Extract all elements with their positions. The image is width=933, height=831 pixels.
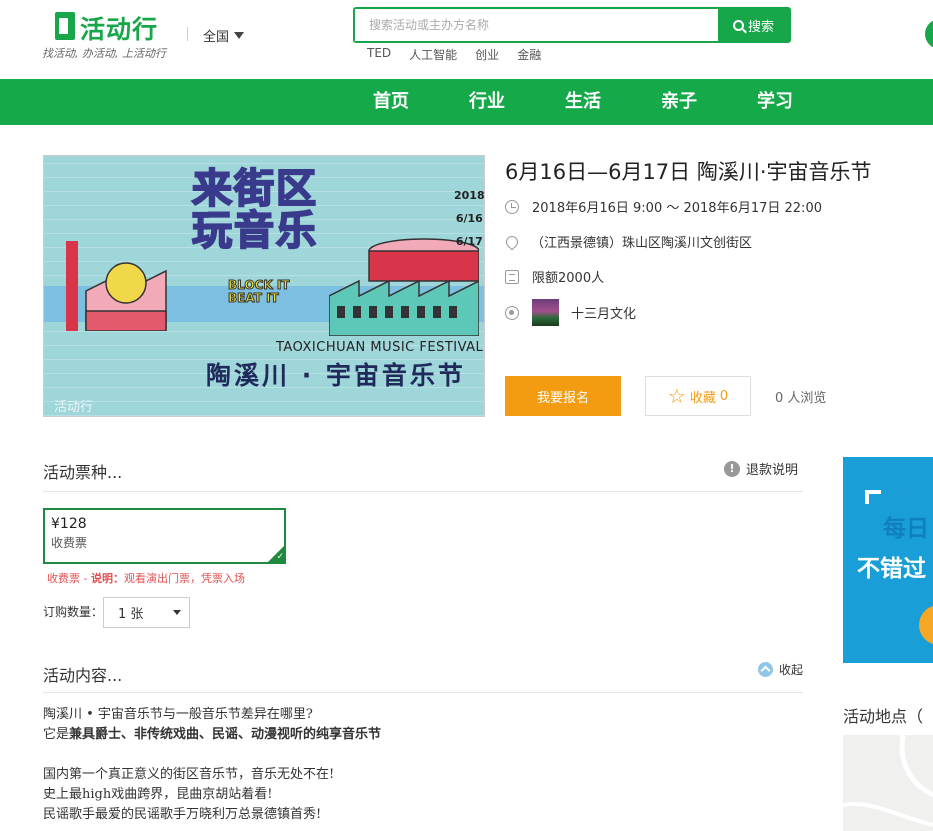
favorite-button[interactable]: ☆ 收藏 0 — [645, 376, 751, 416]
organizer-avatar[interactable] — [532, 299, 559, 326]
search-bar: 搜索 — [353, 7, 791, 43]
hot-tag[interactable]: 人工智能 — [409, 46, 457, 63]
event-description: 陶溪川 • 宇宙音乐节与一般音乐节差异在哪里? 它是兼具爵士、非传统戏曲、民谣、… — [43, 705, 803, 825]
organizer-icon — [505, 305, 519, 320]
event-time-row: 2018年6月16日 9:00 ～ 2018年6月17日 22:00 — [505, 197, 822, 216]
ticket-kind: 收费票 — [51, 536, 88, 550]
event-limit: 限额2000人 — [532, 271, 605, 286]
location-section-title: 活动地点（ — [843, 707, 924, 726]
refund-label: 退款说明 — [746, 463, 799, 478]
clock-icon — [505, 199, 519, 214]
quantity-select[interactable]: 1 张 — [103, 597, 190, 628]
refund-info-link[interactable]: ! 退款说明 — [724, 459, 798, 478]
event-limit-row: 限额2000人 — [505, 267, 604, 286]
chevron-up-icon — [758, 662, 773, 677]
list-icon — [505, 269, 519, 284]
poster-watermark: 活动行 — [54, 400, 94, 415]
poster-dates: 2018 6/16 6/17 — [454, 189, 485, 248]
description-line: 史上最high戏曲跨界，昆曲京胡站着看! — [43, 787, 273, 802]
site-logo[interactable]: 活动行 找活动, 办活动, 上活动行 — [40, 10, 180, 65]
nav-item-life[interactable]: 生活 — [565, 79, 601, 125]
logo-icon — [55, 12, 75, 40]
ticket-note: 收费票 - 说明：观看演出门票，凭票入场 — [47, 572, 245, 585]
city-selector[interactable]: 全国 — [203, 26, 245, 45]
description-line: 它是兼具爵士、非传统戏曲、民谣、动漫视听的纯享音乐节 — [43, 727, 382, 742]
hot-tag[interactable]: 金融 — [517, 46, 541, 63]
hot-tags: TED 人工智能 创业 金融 — [367, 46, 541, 63]
map-roads — [843, 735, 933, 827]
search-icon — [732, 19, 744, 31]
city-label: 全国 — [203, 30, 230, 45]
section-divider — [43, 692, 803, 693]
nav-item-learning[interactable]: 学习 — [757, 79, 793, 125]
bracket-decoration — [865, 490, 881, 504]
logo-text: 活动行 — [80, 15, 159, 44]
sidebar-ad-banner[interactable]: 每日 不错过 — [843, 457, 933, 663]
favorite-label: 收藏 — [689, 390, 716, 406]
event-time: 2018年6月16日 9:00 ～ 2018年6月17日 22:00 — [532, 201, 822, 216]
main-nav: 首页 行业 生活 亲子 学习 — [0, 79, 933, 125]
quantity-value: 1 张 — [118, 607, 144, 622]
search-button[interactable]: 搜索 — [718, 9, 789, 41]
hot-tag[interactable]: TED — [367, 46, 391, 63]
nav-item-industry[interactable]: 行业 — [469, 79, 505, 125]
event-title: 6月16日—6月17日 陶溪川·宇宙音乐节 — [505, 160, 872, 184]
selected-check-icon — [268, 546, 284, 562]
event-location-row: （江西景德镇）珠山区陶溪川文创街区 — [503, 232, 752, 251]
search-input[interactable] — [355, 9, 718, 41]
chevron-down-icon — [173, 610, 181, 615]
user-avatar-button[interactable] — [925, 19, 933, 49]
search-button-label: 搜索 — [747, 19, 774, 35]
header-divider — [187, 27, 188, 41]
exclamation-icon: ! — [724, 460, 740, 477]
location-pin-icon — [503, 233, 521, 250]
collapse-toggle[interactable]: 收起 — [758, 661, 803, 678]
event-organizer-row: 十三月文化 — [505, 299, 636, 326]
view-count: 0 人浏览 — [775, 391, 827, 406]
description-line: 民谣歌手最爱的民谣歌手万晓利万总景德镇首秀! — [43, 807, 322, 822]
favorite-count: 0 — [719, 388, 729, 404]
nav-item-home[interactable]: 首页 — [373, 79, 409, 125]
description-line: 陶溪川 • 宇宙音乐节与一般音乐节差异在哪里? — [43, 707, 313, 722]
star-icon: ☆ — [667, 384, 686, 408]
content-section-title: 活动内容... — [43, 666, 123, 685]
factory-left-illustration — [66, 241, 167, 331]
signup-button[interactable]: 我要报名 — [505, 376, 621, 416]
ad-line-2: 不错过 — [857, 556, 926, 582]
poster-block-it: BLOCK IT BEAT IT — [228, 278, 290, 305]
event-location[interactable]: （江西景德镇）珠山区陶溪川文创街区 — [531, 232, 752, 251]
logo-slogan: 找活动, 办活动, 上活动行 — [42, 47, 166, 60]
caret-down-icon — [234, 32, 245, 39]
ad-circle — [919, 605, 933, 645]
nav-item-family[interactable]: 亲子 — [661, 79, 697, 125]
tickets-section-title: 活动票种... — [43, 463, 123, 482]
collapse-label: 收起 — [779, 663, 804, 677]
poster-title-art: 来街区 玩音乐 — [191, 166, 318, 254]
hot-tag[interactable]: 创业 — [475, 46, 499, 63]
ticket-option[interactable]: ¥128 收费票 — [43, 508, 286, 564]
section-divider — [43, 491, 803, 492]
poster-festival-english: TAOXICHUAN MUSIC FESTIVAL — [276, 340, 484, 355]
ad-line-1: 每日 — [883, 516, 929, 542]
organizer-name[interactable]: 十三月文化 — [571, 303, 636, 322]
quantity-label: 订购数量： — [43, 605, 104, 619]
description-line: 国内第一个真正意义的街区音乐节，音乐无处不在! — [43, 767, 335, 782]
event-poster: 来街区 玩音乐 2018 6/16 6/17 BLOCK IT BEAT IT T… — [43, 155, 485, 417]
poster-festival-chinese: 陶溪川 · 宇宙音乐节 — [206, 361, 466, 390]
location-map[interactable] — [843, 735, 933, 831]
ticket-price: ¥128 — [51, 516, 87, 532]
